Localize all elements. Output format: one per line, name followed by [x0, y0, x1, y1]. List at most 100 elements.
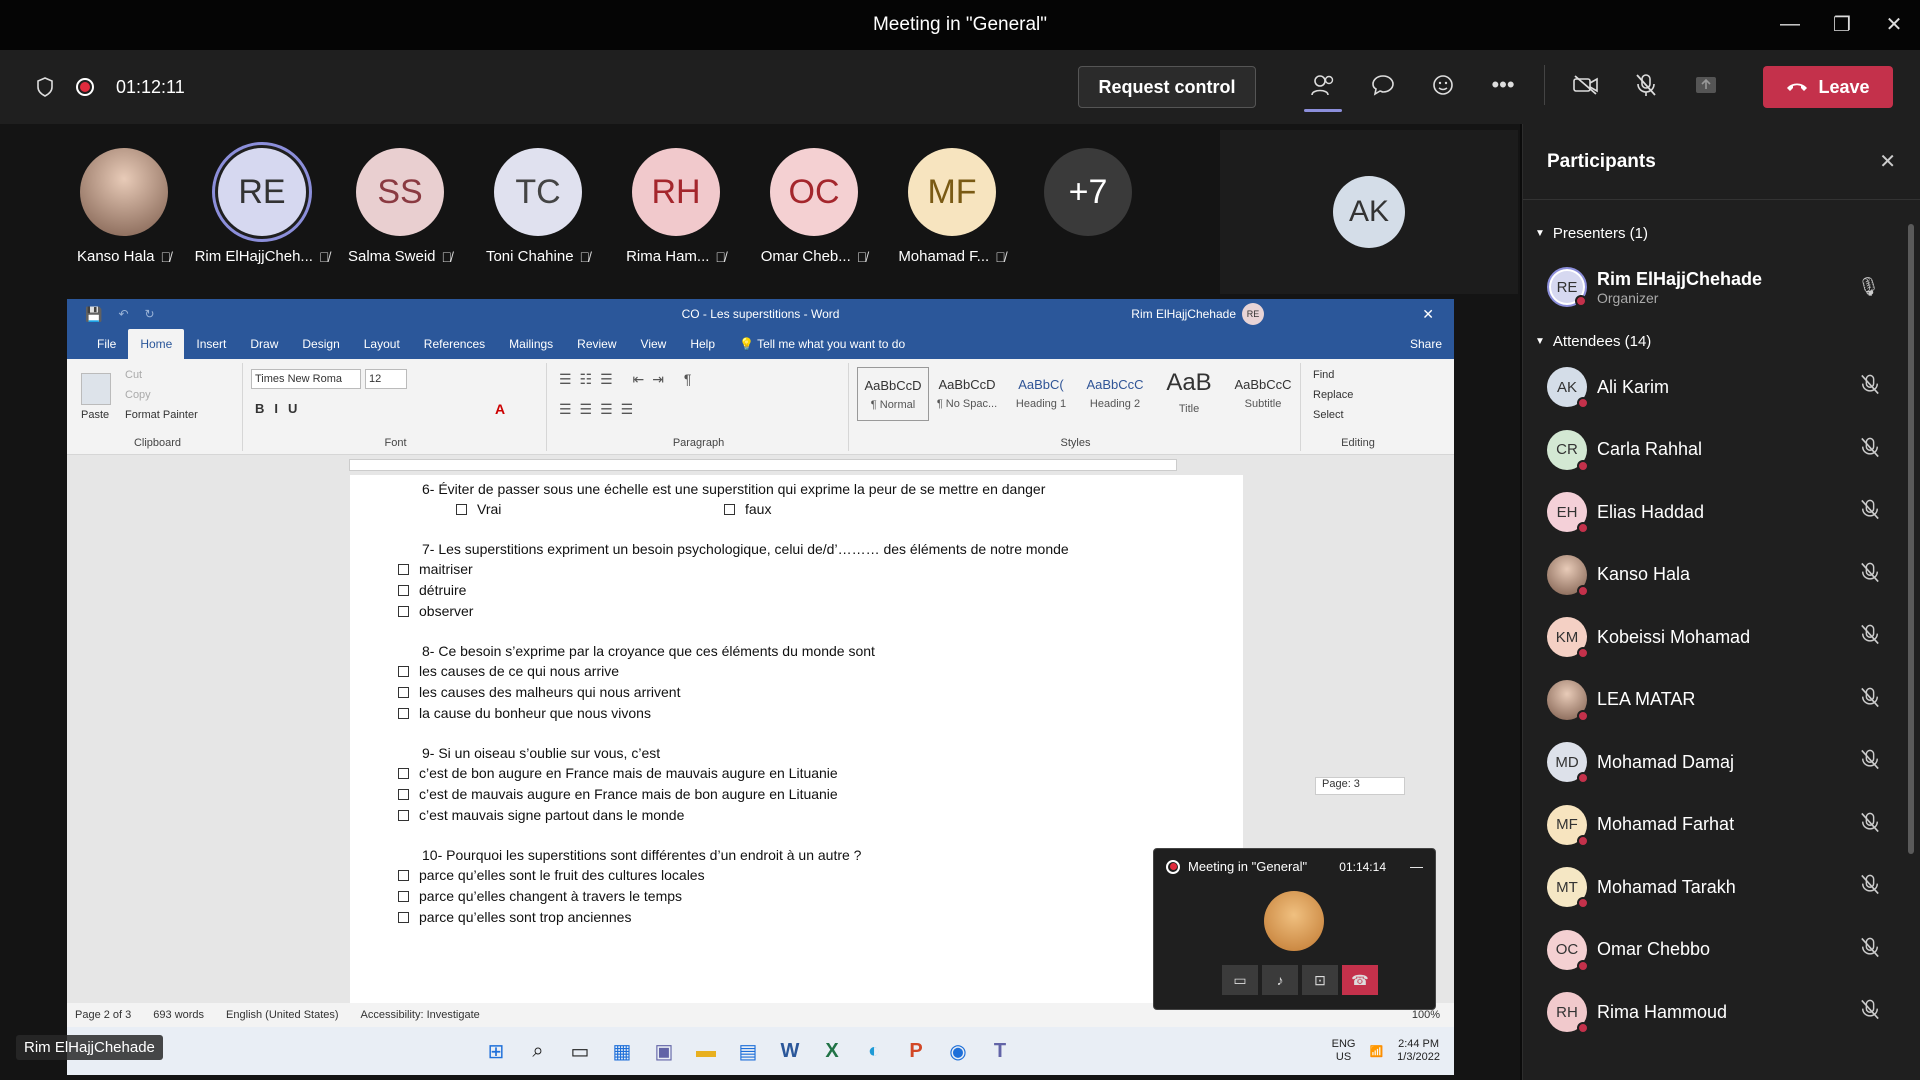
style-option[interactable]: AaBbCcD ¶ No Spac...: [931, 367, 1003, 421]
checkbox-option[interactable]: détruire: [398, 582, 466, 598]
attendee-row[interactable]: RH Rima Hammoud: [1523, 981, 1920, 1044]
clock[interactable]: 2:44 PM 1/3/2022: [1397, 1038, 1440, 1064]
checkbox-option[interactable]: les causes des malheurs qui nous arriven…: [398, 684, 680, 700]
checkbox-option[interactable]: les causes de ce qui nous arrive: [398, 663, 619, 679]
word-count[interactable]: 693 words: [153, 1009, 204, 1021]
select-button[interactable]: Select: [1313, 409, 1344, 421]
reactions-icon[interactable]: [1420, 62, 1466, 108]
attendee-row[interactable]: LEA MATAR: [1523, 669, 1920, 732]
checkbox-option[interactable]: maitriser: [398, 561, 473, 577]
wifi-icon[interactable]: 📶: [1369, 1045, 1383, 1058]
font-format-buttons[interactable]: BIU: [255, 401, 307, 416]
align-icons[interactable]: ☰☰☰☰: [559, 401, 641, 418]
mic-off-icon[interactable]: [1623, 62, 1669, 108]
attendee-row[interactable]: Kanso Hala: [1523, 544, 1920, 607]
ribbon-tab[interactable]: Design: [290, 337, 351, 359]
gallery-tile[interactable]: RE Rim ElHajjCheh... 🎙̸: [195, 148, 329, 265]
participants-icon[interactable]: [1300, 62, 1346, 112]
zoom-app-icon[interactable]: ◉: [939, 1034, 977, 1068]
checkbox-option[interactable]: parce qu’elles changent à travers le tem…: [398, 888, 682, 904]
mini-mic-icon[interactable]: ♪: [1262, 965, 1298, 995]
search-icon[interactable]: ⌕: [519, 1034, 557, 1068]
checkbox-option[interactable]: c’est mauvais signe partout dans le mond…: [398, 807, 684, 823]
checkbox-option[interactable]: parce qu’elles sont trop anciennes: [398, 909, 631, 925]
mini-minimize-icon[interactable]: —: [1410, 859, 1423, 874]
style-option[interactable]: AaBbC(Heading 1: [1005, 367, 1077, 421]
checkbox-option[interactable]: c’est de mauvais augure en France mais d…: [398, 786, 838, 802]
close-window-button[interactable]: ✕: [1868, 0, 1920, 48]
font-name-select[interactable]: Times New Roma: [251, 369, 361, 389]
store-icon[interactable]: ▤: [729, 1034, 767, 1068]
checkbox-option[interactable]: observer: [398, 603, 473, 619]
attendee-row[interactable]: EH Elias Haddad: [1523, 481, 1920, 544]
widgets-icon[interactable]: ▦: [603, 1034, 641, 1068]
panel-scrollbar[interactable]: [1908, 224, 1914, 854]
cut-button[interactable]: Cut: [125, 369, 142, 381]
teams-app-icon[interactable]: T: [981, 1034, 1019, 1068]
checkbox-option[interactable]: la cause du bonheur que nous vivons: [398, 705, 651, 721]
gallery-tile[interactable]: OC Omar Cheb... 🎙̸: [749, 148, 879, 265]
file-explorer-icon[interactable]: ▬: [687, 1034, 725, 1068]
restore-button[interactable]: ❐: [1816, 0, 1868, 48]
language-status[interactable]: English (United States): [226, 1009, 339, 1021]
mini-camera-off-icon[interactable]: ▭: [1222, 965, 1258, 995]
start-icon[interactable]: ⊞: [477, 1034, 515, 1068]
request-control-button[interactable]: Request control: [1078, 66, 1256, 108]
mini-meeting-window[interactable]: Meeting in "General" 01:14:14 — ▭ ♪ ⊡ ☎: [1153, 848, 1436, 1010]
replace-button[interactable]: Replace: [1313, 389, 1353, 401]
gallery-tile[interactable]: +7: [1023, 148, 1153, 236]
option-faux[interactable]: faux: [724, 501, 771, 517]
word-user-avatar[interactable]: RE: [1242, 303, 1264, 325]
ribbon-tab[interactable]: File: [85, 337, 128, 359]
attendees-section[interactable]: ▼ Attendees (14): [1523, 326, 1920, 356]
gallery-tile[interactable]: MF Mohamad F... 🎙̸: [887, 148, 1017, 265]
mini-hangup-icon[interactable]: ☎: [1342, 965, 1378, 995]
attendee-row[interactable]: KM Kobeissi Mohamad: [1523, 606, 1920, 669]
minimize-button[interactable]: —: [1764, 0, 1816, 48]
paste-icon[interactable]: [81, 373, 111, 405]
checkbox-option[interactable]: c’est de bon augure en France mais de ma…: [398, 765, 838, 781]
ribbon-tab[interactable]: Review: [565, 337, 628, 359]
mini-share-icon[interactable]: ⊡: [1302, 965, 1338, 995]
ribbon-tab[interactable]: Draw: [238, 337, 290, 359]
zoom-level[interactable]: 100%: [1412, 1009, 1440, 1021]
accessibility-status[interactable]: Accessibility: Investigate: [361, 1009, 480, 1021]
ribbon-tab[interactable]: View: [629, 337, 679, 359]
input-language[interactable]: ENG US: [1332, 1038, 1356, 1064]
teams-chat-icon[interactable]: ▣: [645, 1034, 683, 1068]
ribbon-tab[interactable]: Home: [128, 329, 185, 359]
chat-icon[interactable]: [1360, 62, 1406, 108]
paste-button[interactable]: Paste: [81, 409, 109, 421]
font-size-select[interactable]: 12: [365, 369, 407, 389]
edge-app-icon[interactable]: ◐: [855, 1034, 893, 1068]
attendee-row[interactable]: AK Ali Karim: [1523, 356, 1920, 419]
format-painter-button[interactable]: Format Painter: [125, 409, 198, 421]
checkbox-option[interactable]: parce qu’elles sont le fruit des culture…: [398, 867, 705, 883]
powerpoint-app-icon[interactable]: P: [897, 1034, 935, 1068]
style-option[interactable]: AaBbCcC Subtitle: [1227, 367, 1299, 421]
gallery-tile[interactable]: SS Salma Sweid 🎙̸: [335, 148, 465, 265]
attendee-row[interactable]: MT Mohamad Tarakh: [1523, 856, 1920, 919]
ribbon-tab[interactable]: Layout: [352, 337, 412, 359]
page-count[interactable]: Page 2 of 3: [75, 1009, 131, 1021]
gallery-tile[interactable]: Kanso Hala 🎙̸: [59, 148, 189, 265]
attendee-row[interactable]: MF Mohamad Farhat: [1523, 794, 1920, 857]
style-option[interactable]: AaBbCcC Heading 2: [1079, 367, 1151, 421]
share-tray-icon[interactable]: [1683, 62, 1729, 108]
camera-off-icon[interactable]: [1563, 62, 1609, 108]
attendee-row[interactable]: CR Carla Rahhal: [1523, 419, 1920, 482]
word-close-icon[interactable]: ✕: [1422, 306, 1434, 323]
presenter-row[interactable]: RE Rim ElHajjChehade Organizer 🎙: [1523, 248, 1920, 326]
attendee-row[interactable]: OC Omar Chebbo: [1523, 919, 1920, 982]
word-app-icon[interactable]: W: [771, 1034, 809, 1068]
presenters-section[interactable]: ▼ Presenters (1): [1523, 218, 1920, 248]
copy-button[interactable]: Copy: [125, 389, 151, 401]
tell-me-search[interactable]: 💡 Tell me what you want to do: [727, 337, 917, 359]
find-button[interactable]: Find: [1313, 369, 1334, 381]
gallery-tile[interactable]: TC Toni Chahine 🎙̸: [473, 148, 603, 265]
list-icons[interactable]: ☰☷☰ ⇤⇥ ¶: [559, 371, 699, 388]
share-button[interactable]: Share: [1398, 337, 1454, 359]
attendee-row[interactable]: MD Mohamad Damaj: [1523, 731, 1920, 794]
task-view-icon[interactable]: ▭: [561, 1034, 599, 1068]
leave-button[interactable]: Leave: [1763, 66, 1893, 108]
